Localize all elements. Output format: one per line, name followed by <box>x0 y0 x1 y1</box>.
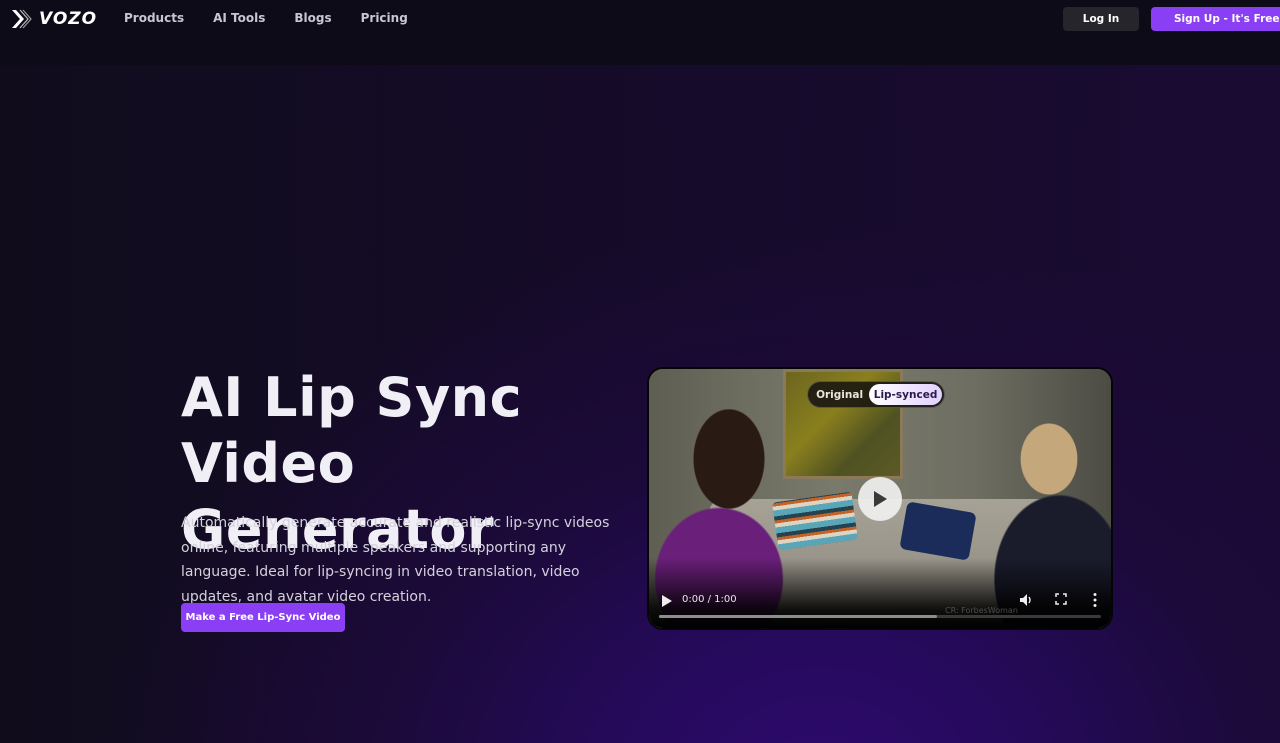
hero-description: Automatically generate accurate and real… <box>181 515 610 605</box>
control-play-icon[interactable] <box>661 594 673 608</box>
play-icon <box>874 491 887 507</box>
nav-link-pricing[interactable]: Pricing <box>361 11 408 25</box>
make-free-video-button[interactable]: Make a Free Lip-Sync Video <box>181 603 345 632</box>
logo-chevron-icon <box>12 9 32 29</box>
nav-link-blogs[interactable]: Blogs <box>294 11 331 25</box>
more-options-icon[interactable] <box>1092 592 1098 608</box>
buffered-range <box>659 615 938 618</box>
signup-button[interactable]: Sign Up - It's Free <box>1151 7 1280 31</box>
nav-link-ai-tools[interactable]: AI Tools <box>213 11 265 25</box>
hero-section: AI Lip Sync Video Generator Automaticall… <box>0 65 1280 743</box>
video-player[interactable]: Original Lip-synced 0:00 / 1:00 CR: Forb… <box>647 367 1113 630</box>
nav-links: Products AI Tools Blogs Pricing <box>124 11 437 25</box>
login-button[interactable]: Log In <box>1063 7 1139 31</box>
logo-text: VOZO <box>39 9 98 29</box>
time-display: 0:00 / 1:00 <box>682 594 737 605</box>
fullscreen-icon[interactable] <box>1055 593 1067 605</box>
toggle-original[interactable]: Original <box>810 384 869 405</box>
version-toggle: Original Lip-synced <box>807 381 945 408</box>
vozo-logo[interactable]: VOZO <box>11 7 97 31</box>
nav-link-products[interactable]: Products <box>124 11 184 25</box>
volume-icon[interactable] <box>1019 593 1033 607</box>
top-navigation: VOZO Products AI Tools Blogs Pricing Log… <box>0 0 1280 38</box>
toggle-lip-synced[interactable]: Lip-synced <box>869 384 942 405</box>
progress-track[interactable] <box>659 615 1101 618</box>
play-button[interactable] <box>858 477 902 521</box>
video-controls: 0:00 / 1:00 CR: ForbesWoman <box>649 584 1111 628</box>
video-credit: CR: ForbesWoman <box>945 606 1018 615</box>
